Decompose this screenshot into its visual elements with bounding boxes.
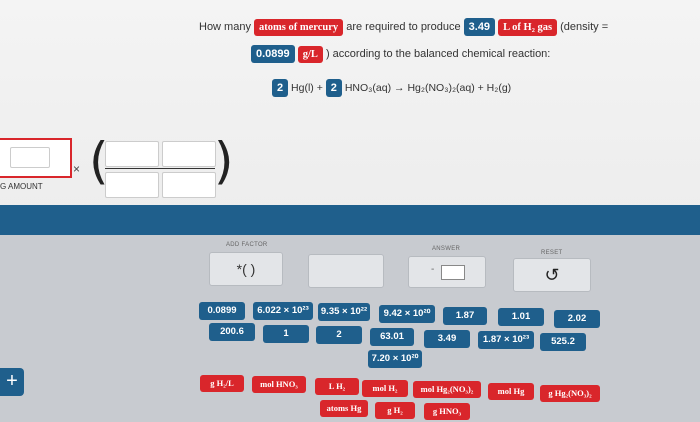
numerator-slot-2[interactable] [162, 141, 216, 167]
multiply-sign: × [73, 162, 81, 176]
numerator-slot-1[interactable] [105, 141, 159, 167]
answer-label: ANSWER [432, 246, 461, 252]
value-button-1-87e23[interactable]: 1.87 × 10²³ [478, 331, 534, 349]
density-unit-chip: g/L [297, 46, 323, 63]
starting-amount-box[interactable] [0, 138, 72, 178]
answer-sign: - [431, 264, 435, 275]
value-button-0-0899[interactable]: 0.0899 [199, 302, 245, 320]
coefficient-2: 2 [325, 79, 342, 97]
unit-button-l-h2[interactable]: L H₂ [315, 378, 359, 395]
target-unit-chip: atoms of mercury [254, 19, 344, 36]
reactant-1: Hg(l) + [291, 82, 323, 94]
toolbar-band [0, 205, 700, 235]
unit-button-g-h2-per-l[interactable]: g H₂/L [200, 375, 244, 392]
fraction-bar [105, 168, 215, 169]
given-unit-chip: L of H₂ gas [498, 19, 558, 36]
unit-button-g-hno3[interactable]: g HNO₃ [424, 403, 470, 420]
unit-button-g-hg2no32[interactable]: g Hg₂(NO₃)₂ [540, 385, 600, 402]
denominator-slot-1[interactable] [105, 172, 159, 198]
value-button-3-49[interactable]: 3.49 [424, 330, 470, 348]
question-line-1: How many atoms of mercury are required t… [199, 18, 608, 36]
add-factor-button[interactable]: *( ) [209, 252, 283, 286]
reaction-rest: HNO₃(aq) → Hg₂(NO₃)₂(aq) + H₂(g) [344, 82, 512, 94]
starting-amount-slot[interactable] [10, 147, 50, 168]
unit-button-g-h2[interactable]: g H₂ [375, 402, 415, 419]
density-label: (density = [560, 21, 609, 33]
value-button-1-87[interactable]: 1.87 [443, 307, 487, 325]
value-button-1[interactable]: 1 [263, 325, 309, 343]
value-button-63-01[interactable]: 63.01 [370, 328, 414, 346]
unit-button-mol-h2[interactable]: mol H₂ [362, 380, 408, 397]
reset-icon: ↺ [544, 265, 560, 285]
reset-label: RESET [541, 250, 563, 256]
value-button-525-2[interactable]: 525.2 [540, 333, 586, 351]
add-step-button[interactable]: + [0, 368, 24, 396]
add-factor-label: ADD FACTOR [226, 242, 268, 248]
value-button-avogadro[interactable]: 6.022 × 10²³ [253, 302, 313, 320]
value-button-200-6[interactable]: 200.6 [209, 323, 255, 341]
reaction-equation: 2 Hg(l) + 2 HNO₃(aq) → Hg₂(NO₃)₂(aq) + H… [272, 79, 511, 97]
value-button-9-35e22[interactable]: 9.35 × 10²² [318, 303, 370, 321]
value-button-9-42e20[interactable]: 9.42 × 10²⁰ [379, 305, 435, 323]
unit-button-atoms-hg[interactable]: atoms Hg [320, 400, 368, 417]
density-value-chip: 0.0899 [251, 45, 295, 63]
question-panel: How many atoms of mercury are required t… [0, 0, 700, 212]
right-parenthesis: ) [214, 132, 234, 190]
question-line-2: 0.0899 g/L ) according to the balanced c… [251, 45, 550, 63]
unit-button-mol-hg[interactable]: mol Hg [488, 383, 534, 400]
value-button-7-20e20[interactable]: 7.20 × 10²⁰ [368, 350, 422, 368]
answer-placeholder-box [308, 254, 384, 288]
value-button-2-02[interactable]: 2.02 [554, 310, 600, 328]
starting-amount-label: G AMOUNT [0, 182, 43, 191]
plus-icon: + [6, 370, 18, 392]
answer-box: - [408, 256, 486, 288]
value-button-1-01[interactable]: 1.01 [498, 308, 544, 326]
unit-button-mol-hno3[interactable]: mol HNO₃ [252, 376, 306, 393]
given-value-chip: 3.49 [463, 18, 496, 36]
coefficient-1: 2 [272, 79, 289, 97]
reset-button[interactable]: ↺ [513, 258, 591, 292]
question-mid: are required to produce [346, 21, 461, 33]
denominator-slot-2[interactable] [162, 172, 216, 198]
question-suffix: ) according to the balanced chemical rea… [325, 48, 551, 60]
unit-button-mol-hg2no32[interactable]: mol Hg₂(NO₃)₂ [413, 381, 481, 398]
value-button-2[interactable]: 2 [316, 326, 362, 344]
question-prefix: How many [199, 21, 251, 33]
answer-input[interactable] [441, 265, 465, 280]
